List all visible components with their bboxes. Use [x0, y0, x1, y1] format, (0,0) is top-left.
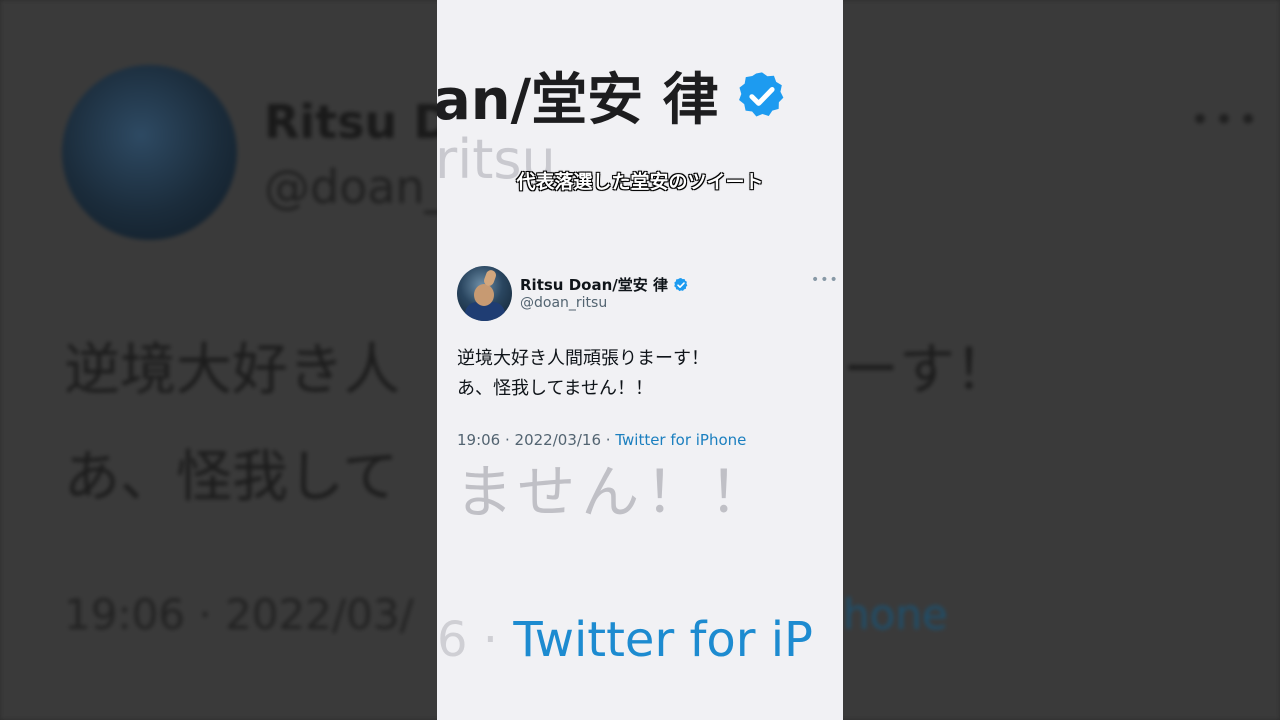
background-avatar	[62, 65, 237, 240]
display-name-text: Ritsu Doan/堂安 律	[520, 276, 668, 294]
background-more-icon: •••	[1190, 100, 1263, 140]
zoomed-meta-source: Twitter for iP	[513, 612, 813, 668]
meta-separator: ·	[500, 431, 515, 449]
tweet-display-name[interactable]: Ritsu Doan/堂安 律	[520, 274, 689, 295]
video-caption: 代表落選した堂安のツイート	[437, 172, 843, 193]
meta-separator: ·	[601, 431, 616, 449]
video-frame: an/堂安 律 ritsu ません！！ 6 · Twitter for iP 代…	[437, 0, 843, 720]
zoomed-body-text: ません！！	[455, 458, 774, 526]
avatar-face	[474, 284, 494, 306]
tweet-body: 逆境大好き人間頑張りまーす！ あ、怪我してません！！	[457, 344, 709, 404]
zoomed-verified-badge-icon	[738, 71, 783, 116]
background-timestamp: 19:06 · 2022/03/	[64, 590, 414, 639]
tweet-source-link[interactable]: Twitter for iPhone	[615, 431, 746, 449]
zoomed-name-text: an/堂安 律	[437, 68, 719, 133]
background-body-line1: 逆境大好き人	[64, 338, 400, 403]
tweet-time[interactable]: 19:06	[457, 431, 500, 449]
background-handle: @doan_	[264, 160, 448, 214]
background-source: hone	[843, 590, 948, 639]
tweet-date[interactable]: 2022/03/16	[515, 431, 601, 449]
verified-badge-icon	[674, 277, 688, 291]
avatar-hand	[482, 268, 498, 288]
tweet-handle[interactable]: @doan_ritsu	[520, 295, 607, 311]
tweet-body-line1: 逆境大好き人間頑張りまーす！	[457, 348, 709, 369]
more-horizontal-icon[interactable]: •••	[811, 272, 839, 288]
tweet-meta: 19:06 · 2022/03/16 · Twitter for iPhone	[457, 431, 746, 449]
zoomed-meta: 6 · Twitter for iP	[437, 612, 813, 668]
background-body-line1-right: ーす！	[843, 338, 1011, 403]
zoomed-meta-date: 6 ·	[437, 612, 514, 668]
caption-text: 代表落選した堂安のツイート	[516, 171, 764, 193]
tweet-body-line2: あ、怪我してません！！	[457, 378, 654, 399]
avatar[interactable]	[457, 266, 512, 321]
zoomed-display-name: an/堂安 律	[437, 55, 789, 136]
background-body-line2: あ、怪我して	[64, 445, 399, 510]
